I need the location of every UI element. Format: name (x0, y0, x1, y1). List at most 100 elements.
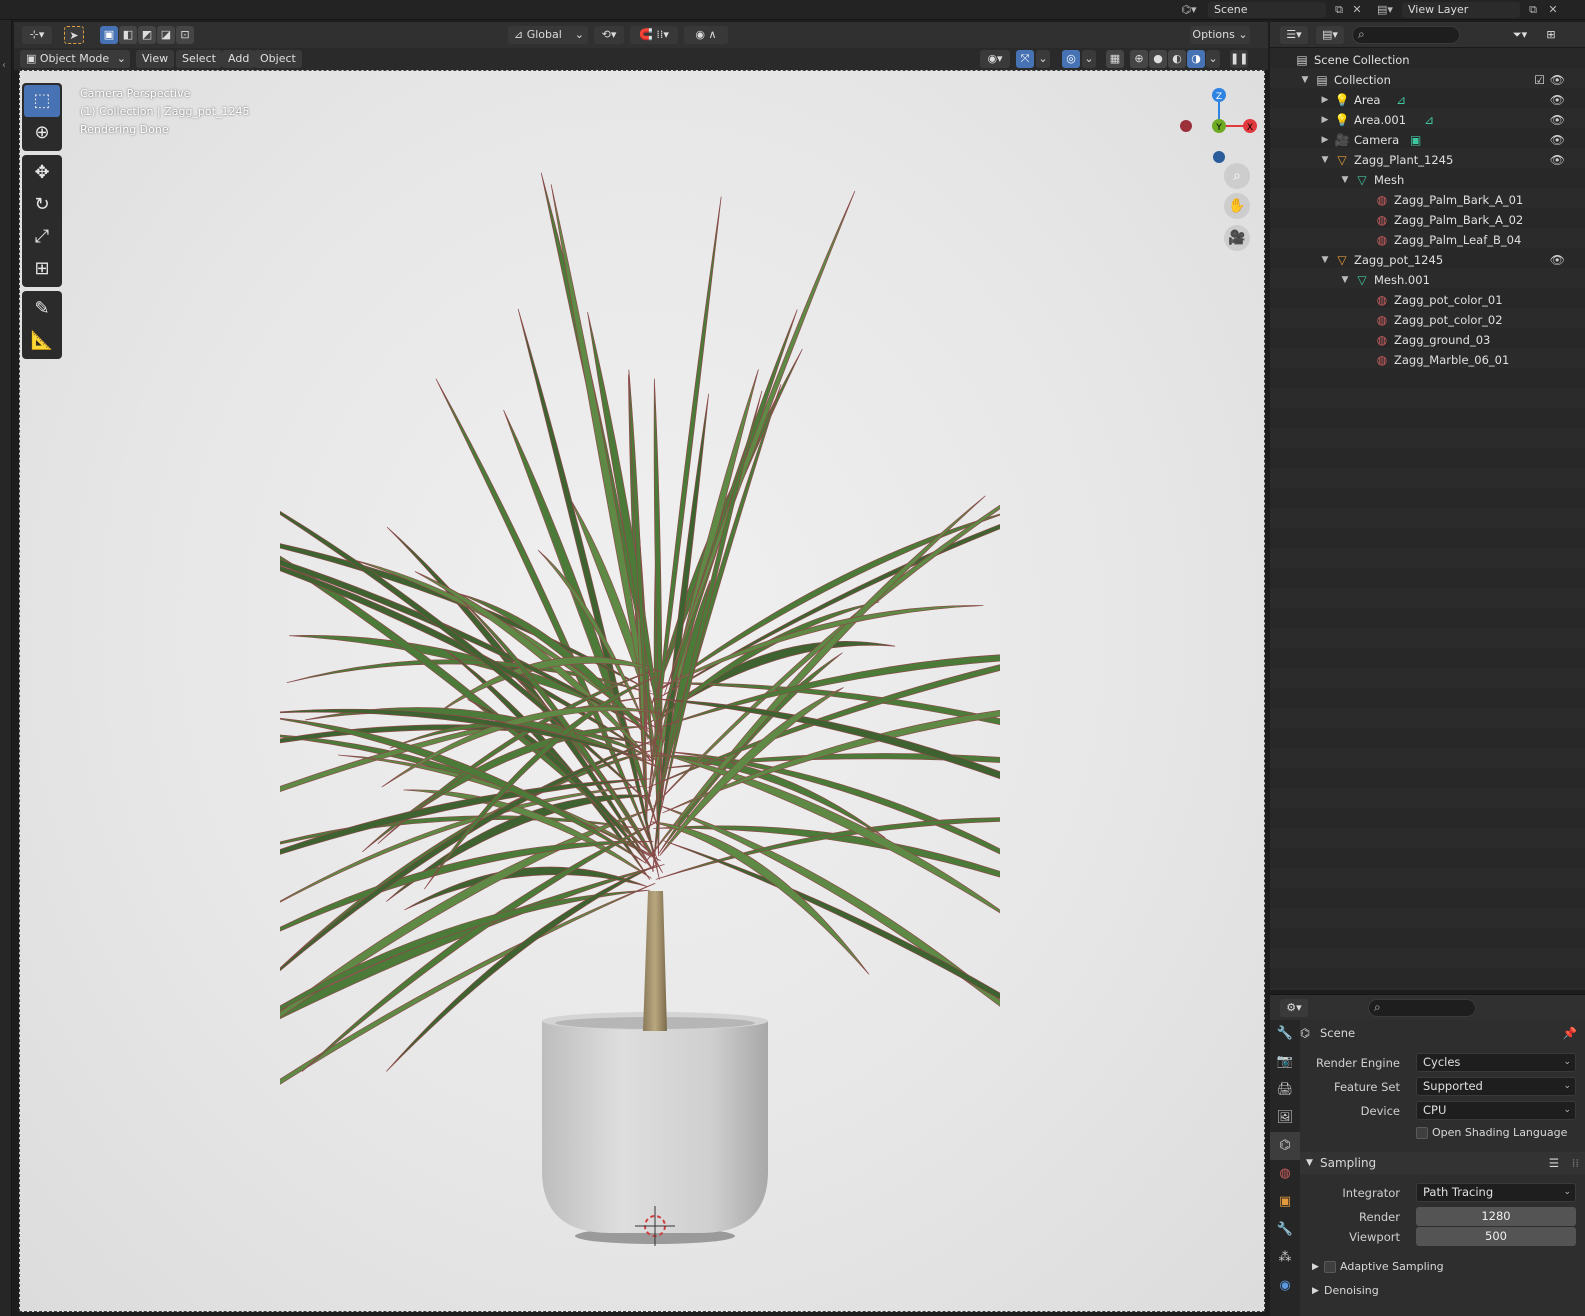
camera-data-icon[interactable]: ▣ (1410, 130, 1421, 150)
camera-view-icon[interactable]: 🎥 (1224, 225, 1250, 251)
outliner-row[interactable]: ▶ 💡 Area 👁 ⊿ (1270, 90, 1585, 110)
pan-hand-icon[interactable]: ✋ (1224, 193, 1250, 219)
adaptive-sampling-label[interactable]: Adaptive Sampling (1340, 1256, 1444, 1278)
annotate-tool-icon[interactable]: ✎ (24, 293, 60, 325)
visibility-eye-icon[interactable]: 👁 (1550, 150, 1565, 170)
overlays-icon[interactable]: ◎ (1062, 50, 1080, 68)
snap-icon[interactable]: 🧲 ⁞⁞▾ (630, 26, 678, 44)
outliner-row[interactable]: ▼ ▽ Zagg_pot_1245 👁 (1270, 250, 1585, 270)
render-engine-dropdown[interactable]: Cycles ⌄ (1416, 1053, 1576, 1072)
navigation-gizmo[interactable]: Z Y X (1174, 81, 1264, 171)
world-tab-icon[interactable]: ◍ (1270, 1160, 1300, 1188)
device-dropdown[interactable]: CPU ⌄ (1416, 1101, 1576, 1120)
outliner-row[interactable]: ▼ ▤ Collection 👁 ☑ (1270, 70, 1585, 90)
mode-extend-icon[interactable]: ◧ (119, 26, 137, 44)
scale-tool-icon[interactable]: ⤢ (24, 221, 60, 253)
exclude-checkbox-icon[interactable]: ☑ (1534, 70, 1545, 90)
expand-down-arrow-icon[interactable]: ▼ (1340, 270, 1350, 290)
delete-view-layer-icon[interactable]: ✕ (1542, 2, 1564, 18)
gizmo-neg-z-axis[interactable] (1213, 151, 1225, 163)
chevron-down-icon[interactable]: ⌄ (1206, 50, 1220, 68)
outliner-row[interactable]: ◍ Zagg_pot_color_02 (1270, 310, 1585, 330)
chevron-down-icon[interactable]: ⌄ (1082, 50, 1096, 68)
measure-tool-icon[interactable]: 📐 (24, 325, 60, 357)
menu-view[interactable]: View (136, 50, 175, 68)
mode-difference-icon[interactable]: ◪ (157, 26, 175, 44)
object-mode-dropdown[interactable]: ▣ Object Mode ⌄ (20, 50, 130, 68)
display-mode-icon[interactable]: ▤▾ (1316, 26, 1344, 44)
drag-handle-icon[interactable]: ⁞⁞ (1572, 1152, 1579, 1174)
outliner-row[interactable]: ▶ 🎥 Camera 👁 ▣ (1270, 130, 1585, 150)
outliner-row[interactable]: ◍ Zagg_Palm_Bark_A_01 (1270, 190, 1585, 210)
menu-select[interactable]: Select (176, 50, 222, 68)
tool-tab-icon[interactable]: 🔧 (1270, 1020, 1300, 1048)
viewport-samples-field[interactable]: 500 (1416, 1227, 1576, 1246)
modifier-tab-icon[interactable]: 🔧 (1270, 1216, 1300, 1244)
expand-arrow-icon[interactable]: ▶ (1312, 1280, 1319, 1302)
outliner-row[interactable]: ◍ Zagg_pot_color_01 (1270, 290, 1585, 310)
editor-type-icon[interactable]: ⊹▾ (22, 26, 52, 44)
scene-selector[interactable]: Scene (1208, 2, 1326, 18)
scene-icon[interactable]: ⌬▾ (1178, 2, 1200, 18)
delete-scene-icon[interactable]: ✕ (1346, 2, 1368, 18)
denoising-label[interactable]: Denoising (1324, 1280, 1379, 1302)
object-tab-icon[interactable]: ▣ (1270, 1188, 1300, 1216)
outliner-row[interactable]: ◍ Zagg_Marble_06_01 (1270, 350, 1585, 370)
expand-down-arrow-icon[interactable]: ▼ (1340, 170, 1350, 190)
osl-checkbox[interactable] (1416, 1127, 1428, 1139)
outliner-row[interactable]: ◍ Zagg_Palm_Bark_A_02 (1270, 210, 1585, 230)
expand-right-arrow-icon[interactable]: ▶ (1320, 110, 1330, 130)
menu-object[interactable]: Object (254, 50, 302, 68)
mode-set-icon[interactable]: ▣ (100, 26, 118, 44)
view-layer-tab-icon[interactable]: 🖼 (1270, 1104, 1300, 1132)
gizmo-toggle-icon[interactable]: ⤧ (1016, 50, 1034, 68)
view-layer-icon[interactable]: ▤▾ (1374, 2, 1396, 18)
output-tab-icon[interactable]: 🖨 (1270, 1076, 1300, 1104)
adaptive-sampling-checkbox[interactable] (1324, 1261, 1336, 1273)
expand-down-arrow-icon[interactable]: ▼ (1320, 150, 1330, 170)
sampling-panel-title[interactable]: Sampling (1320, 1152, 1376, 1174)
pin-icon[interactable]: 📌 (1563, 1022, 1577, 1044)
new-view-layer-icon[interactable]: ⧉ (1522, 2, 1544, 18)
outliner-row[interactable]: ▶ 💡 Area.001 👁 ⊿ (1270, 110, 1585, 130)
physics-tab-icon[interactable]: ◉ (1270, 1272, 1300, 1300)
expand-down-arrow-icon[interactable]: ▼ (1320, 250, 1330, 270)
properties-editor-type-icon[interactable]: ⚙▾ (1280, 999, 1308, 1017)
visibility-eye-icon[interactable]: 👁 (1550, 250, 1565, 270)
material-shading-icon[interactable]: ◐ (1168, 50, 1186, 68)
cursor-tool-icon[interactable]: ⊕ (24, 117, 60, 149)
pause-render-icon[interactable]: ❚❚ (1230, 50, 1248, 68)
scene-tab-icon[interactable]: ⌬ (1270, 1132, 1300, 1160)
visibility-icon[interactable]: ◉▾ (980, 50, 1010, 68)
chevron-down-icon[interactable]: ⌄ (1036, 50, 1050, 68)
outliner-search-input[interactable] (1352, 26, 1460, 44)
collapse-arrow-icon[interactable]: ‹ (2, 60, 6, 71)
outliner-row[interactable]: ▼ ▽ Mesh.001 (1270, 270, 1585, 290)
visibility-eye-icon[interactable]: 👁 (1550, 110, 1565, 130)
outliner-row[interactable]: ◍ Zagg_ground_03 (1270, 330, 1585, 350)
xray-icon[interactable]: ▦ (1106, 50, 1124, 68)
new-collection-icon[interactable]: ⊞ (1542, 26, 1560, 44)
outliner-row[interactable]: ◍ Zagg_Palm_Leaf_B_04 (1270, 230, 1585, 250)
transform-tool-icon[interactable]: ⊞ (24, 253, 60, 285)
move-tool-icon[interactable]: ✥ (24, 157, 60, 189)
outliner-editor-type-icon[interactable]: ☰▾ (1280, 26, 1308, 44)
sampling-expand-arrow-icon[interactable]: ▼ (1306, 1152, 1313, 1174)
rendered-shading-icon[interactable]: ◑ (1187, 50, 1205, 68)
rotate-tool-icon[interactable]: ↻ (24, 189, 60, 221)
options-dropdown[interactable]: Options ⌄ (1190, 26, 1250, 44)
transform-orientation-dropdown[interactable]: ⊿ Global ⌄ (508, 26, 588, 44)
select-box-icon[interactable]: ➤ (64, 26, 84, 44)
properties-search-input[interactable] (1368, 999, 1476, 1017)
expand-right-arrow-icon[interactable]: ▶ (1320, 90, 1330, 110)
visibility-eye-icon[interactable]: 👁 (1550, 130, 1565, 150)
light-data-icon[interactable]: ⊿ (1424, 110, 1434, 130)
outliner-row[interactable]: ▼ ▽ Zagg_Plant_1245 👁 (1270, 150, 1585, 170)
expand-right-arrow-icon[interactable]: ▶ (1320, 130, 1330, 150)
expand-down-arrow-icon[interactable]: ▼ (1300, 70, 1310, 90)
filter-icon[interactable]: ⏷▾ (1506, 26, 1534, 44)
particles-tab-icon[interactable]: ⁂ (1270, 1244, 1300, 1272)
presets-list-icon[interactable]: ☰ (1549, 1152, 1559, 1174)
proportional-editing-icon[interactable]: ◉ ∧ (684, 26, 728, 44)
render-samples-field[interactable]: 1280 (1416, 1207, 1576, 1226)
